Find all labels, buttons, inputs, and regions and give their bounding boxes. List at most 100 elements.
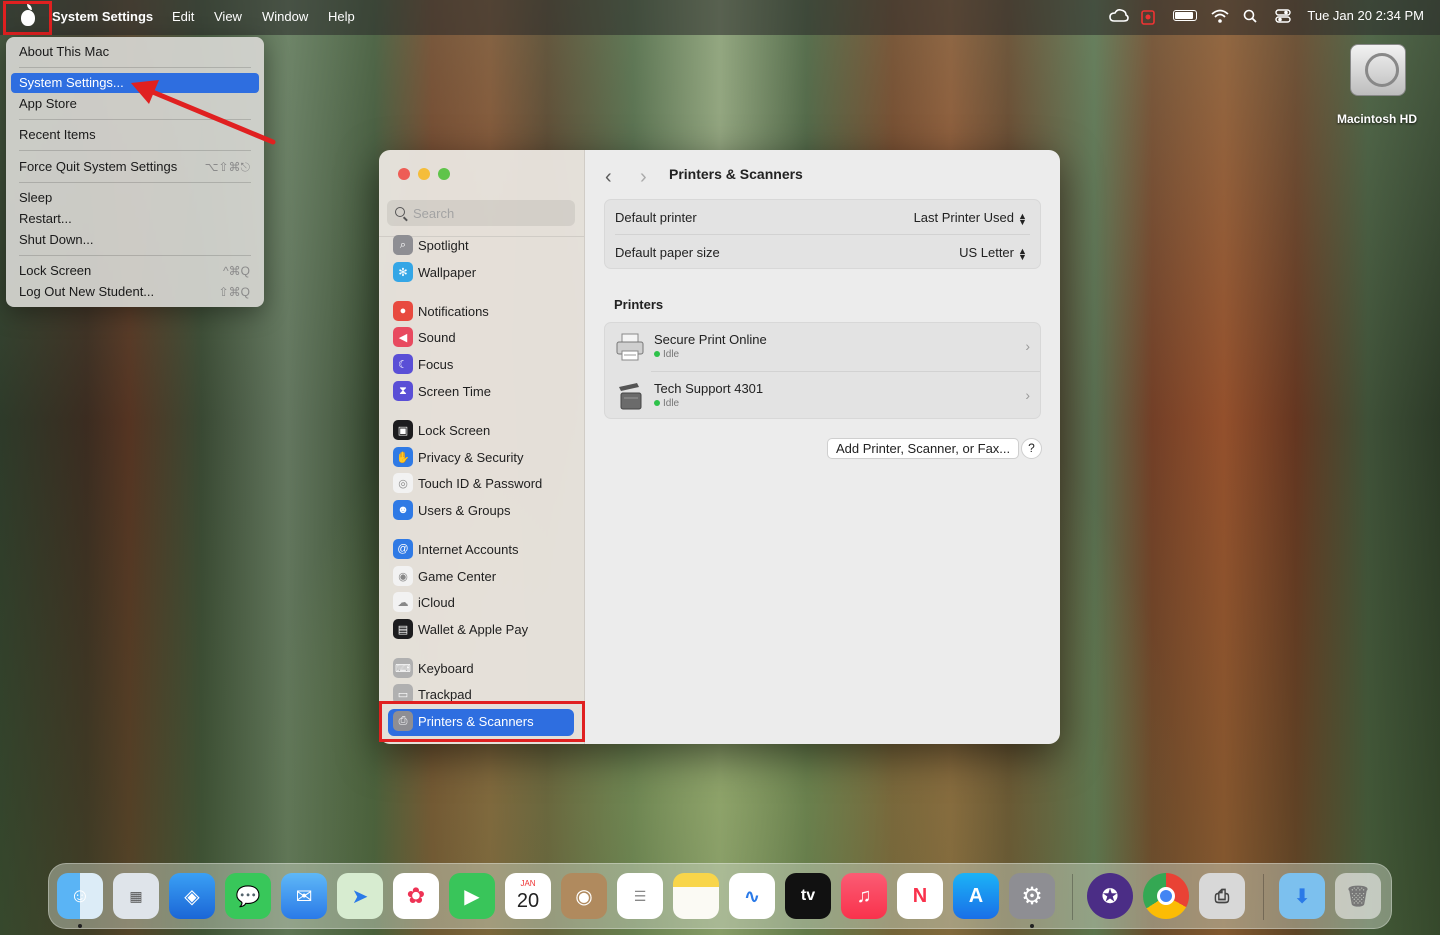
finder-icon[interactable]: ☺ <box>57 873 103 919</box>
sidebar-item-label: Keyboard <box>418 660 474 676</box>
sidebar-item-wallpaper[interactable]: ✻ Wallpaper <box>393 261 476 283</box>
creative-cloud-icon[interactable] <box>1109 8 1130 23</box>
menu-recent-items[interactable]: Recent Items <box>19 125 96 145</box>
freeform-icon[interactable]: ∿ <box>729 873 775 919</box>
sidebar-item-label: Internet Accounts <box>418 541 519 557</box>
mail-icon[interactable]: ✉ <box>281 873 327 919</box>
sidebar-item-users-groups[interactable]: ☻ Users & Groups <box>393 499 510 521</box>
app-store-icon[interactable]: A <box>953 873 999 919</box>
contacts-icon[interactable]: ◉ <box>561 873 607 919</box>
menu-force-quit[interactable]: Force Quit System Settings <box>19 157 177 177</box>
menu-help[interactable]: Help <box>328 9 355 24</box>
apple-menu-button[interactable] <box>3 1 52 35</box>
zoom-button[interactable] <box>438 168 450 180</box>
print-center-icon[interactable]: ⎙ <box>1199 873 1245 919</box>
facetime-icon[interactable]: ▶ <box>449 873 495 919</box>
notifications-icon: ● <box>393 301 413 321</box>
launchpad-icon[interactable]: ▦ <box>113 873 159 919</box>
photos-icon[interactable]: ✿ <box>393 873 439 919</box>
sidebar-item-label: Lock Screen <box>418 422 491 438</box>
spotlight-icon: ⌕ <box>393 235 413 255</box>
chrome-icon[interactable] <box>1143 873 1189 919</box>
menu-restart[interactable]: Restart... <box>19 209 72 229</box>
menu-edit[interactable]: Edit <box>172 9 194 24</box>
help-button[interactable]: ? <box>1021 438 1042 459</box>
updown-chevron-icon: ▲ ▼ <box>1018 210 1027 227</box>
spotlight-search-icon[interactable] <box>1243 9 1261 23</box>
sidebar-item-label: Users & Groups <box>418 502 511 518</box>
battery-icon[interactable] <box>1173 10 1198 21</box>
university-seal-icon[interactable]: ✪ <box>1087 873 1133 919</box>
sidebar-item-game-center[interactable]: ◉ Game Center <box>393 565 496 587</box>
macintosh-hd-label[interactable]: Macintosh HD <box>1322 112 1432 126</box>
printer-name: Secure Print Online <box>654 332 767 347</box>
sidebar-item-keyboard[interactable]: ⌨ Keyboard <box>393 657 474 679</box>
macintosh-hd-icon[interactable] <box>1350 44 1406 96</box>
menu-system-settings[interactable]: System Settings... <box>19 73 124 93</box>
menu-about-this-mac[interactable]: About This Mac <box>19 42 109 62</box>
sidebar-item-touch-id-password[interactable]: ◎ Touch ID & Password <box>393 472 542 494</box>
game-center-icon: ◉ <box>393 566 413 586</box>
printer-row[interactable]: Tech Support 4301 Idle › <box>605 372 1040 420</box>
printers-card: Secure Print Online Idle › Tech Support … <box>604 322 1041 419</box>
settings-search-input[interactable]: Search <box>387 200 575 226</box>
trash-icon[interactable]: 🗑 <box>1335 873 1381 919</box>
wifi-icon[interactable] <box>1211 9 1229 23</box>
minimize-button[interactable] <box>418 168 430 180</box>
printer-icon <box>616 333 644 361</box>
menu-app-store[interactable]: App Store <box>19 94 77 114</box>
defaults-card: Default printer Last Printer Used ▲ ▼ Defa… <box>604 199 1041 269</box>
screen-record-icon[interactable] <box>1141 9 1159 25</box>
sidebar-item-label: Notifications <box>418 303 489 319</box>
sidebar-item-focus[interactable]: ☾ Focus <box>393 353 453 375</box>
tv-label: tv <box>800 887 816 904</box>
maps-icon[interactable]: ➤ <box>337 873 383 919</box>
chevron-right-icon: › <box>1025 338 1030 354</box>
menu-view[interactable]: View <box>214 9 242 24</box>
status-dot-icon <box>654 400 660 407</box>
sidebar-item-lock-screen[interactable]: ▣ Lock Screen <box>393 419 490 441</box>
news-icon[interactable]: N <box>897 873 943 919</box>
downloads-folder-icon[interactable]: ⬇ <box>1279 873 1325 919</box>
back-arrow-icon[interactable]: ‹ <box>605 166 612 189</box>
menu-window[interactable]: Window <box>262 9 308 24</box>
add-printer-button[interactable]: Add Printer, Scanner, or Fax... <box>827 438 1020 459</box>
sidebar-item-privacy-security[interactable]: ✋ Privacy & Security <box>393 446 523 468</box>
menu-lock-screen[interactable]: Lock Screen <box>19 261 91 281</box>
sidebar-item-screen-time[interactable]: ⧗ Screen Time <box>393 380 491 402</box>
sidebar-item-notifications[interactable]: ● Notifications <box>393 300 489 322</box>
close-button[interactable] <box>398 168 410 180</box>
menu-app-name[interactable]: System Settings <box>52 9 153 24</box>
sidebar-item-icloud[interactable]: ☁ iCloud <box>393 591 455 613</box>
paper-size-select[interactable]: US Letter ▲ ▼ <box>959 245 1027 262</box>
control-center-icon[interactable] <box>1275 8 1293 23</box>
music-icon[interactable]: ♫ <box>841 873 887 919</box>
system-settings-icon[interactable]: ⚙ <box>1009 873 1055 919</box>
forward-arrow-icon[interactable]: › <box>640 166 647 189</box>
safari-icon[interactable]: ◈ <box>169 873 215 919</box>
apple-tv-icon[interactable]: tv <box>785 873 831 919</box>
messages-icon[interactable]: 💬 <box>225 873 271 919</box>
calendar-icon[interactable]: JAN 20 <box>505 873 551 919</box>
menu-separator <box>19 150 251 151</box>
reminders-icon[interactable]: ☰ <box>617 873 663 919</box>
sidebar-item-sound[interactable]: ◀ Sound <box>393 326 456 348</box>
running-indicator <box>1030 924 1034 928</box>
sidebar-item-label: Screen Time <box>418 383 491 399</box>
updown-chevron-icon: ▲ ▼ <box>1018 245 1027 262</box>
sidebar-item-spotlight[interactable]: ⌕ Spotlight <box>393 234 469 256</box>
log-out-shortcut: ⇧⌘Q <box>218 285 250 299</box>
row-divider <box>615 234 1030 235</box>
search-placeholder: Search <box>413 205 455 221</box>
default-printer-select[interactable]: Last Printer Used ▲ ▼ <box>914 210 1027 227</box>
sidebar-item-wallet-apple-pay[interactable]: ▤ Wallet & Apple Pay <box>393 618 528 640</box>
clock[interactable]: Tue Jan 20 2:34 PM <box>1307 8 1424 23</box>
notes-icon[interactable] <box>673 873 719 919</box>
menu-sleep[interactable]: Sleep <box>19 188 52 208</box>
printer-row[interactable]: Secure Print Online Idle › <box>605 323 1040 371</box>
sidebar-item-internet-accounts[interactable]: @ Internet Accounts <box>393 538 518 560</box>
sidebar-item-label: Sound <box>418 329 456 345</box>
calendar-day: 20 <box>516 890 540 912</box>
menu-log-out[interactable]: Log Out New Student... <box>19 282 154 302</box>
menu-shut-down[interactable]: Shut Down... <box>19 230 93 250</box>
